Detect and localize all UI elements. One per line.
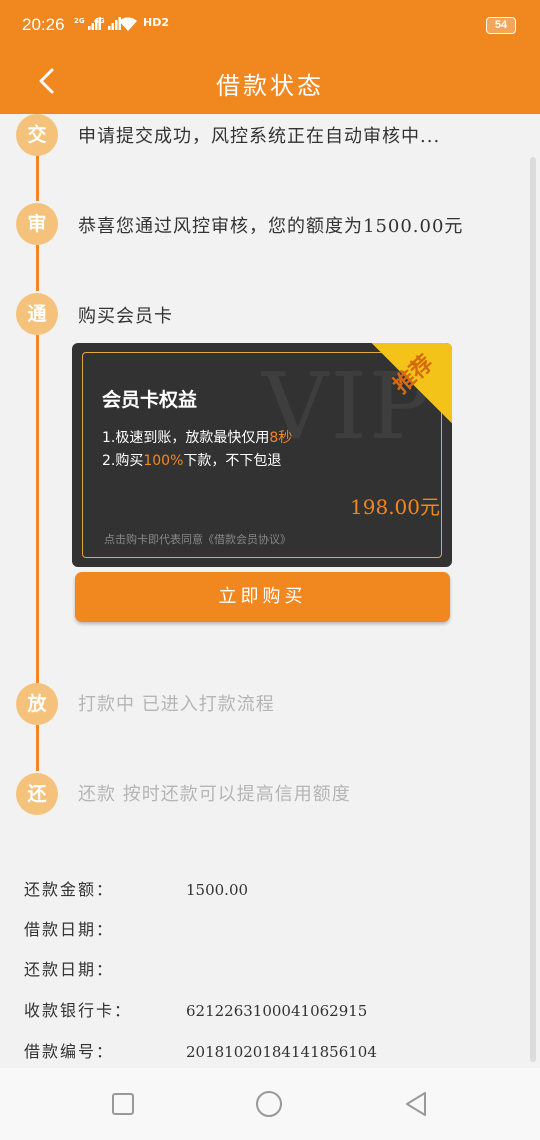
info-value: 1500.00 bbox=[186, 881, 249, 899]
info-loan-number: 借款编号： 20181020184141856104 bbox=[24, 1038, 377, 1062]
vip-benefit-1: 1.极速到账，放款最快仅用8秒 bbox=[102, 427, 292, 447]
vip-benefit-2-text: 2.购买 bbox=[102, 453, 144, 469]
battery-icon: 54 bbox=[486, 17, 516, 34]
signal-2g-label: 2G bbox=[74, 17, 85, 25]
timeline-connector bbox=[36, 155, 39, 201]
timeline-connector bbox=[36, 725, 39, 771]
info-repay-amount: 还款金额： 1500.00 bbox=[24, 876, 248, 900]
recents-button[interactable] bbox=[107, 1088, 139, 1120]
step-icon-disburse: 放 bbox=[16, 683, 58, 725]
info-label: 借款日期： bbox=[24, 920, 115, 939]
square-icon bbox=[112, 1093, 134, 1115]
vip-benefit-2-suffix: 下款，不下包退 bbox=[183, 453, 282, 469]
timeline-connector bbox=[36, 245, 39, 291]
step-text-repay: 还款 按时还款可以提高信用额度 bbox=[78, 784, 351, 805]
signal-4g-label: 4G bbox=[94, 17, 105, 25]
info-label: 借款编号： bbox=[24, 1042, 115, 1061]
vip-price: 198.00元 bbox=[350, 495, 440, 519]
back-nav-button[interactable] bbox=[401, 1088, 433, 1120]
vip-benefit-1-highlight: 8秒 bbox=[269, 430, 293, 446]
status-bar: 20:26 2G 4G HD2 54 bbox=[0, 0, 540, 52]
vip-benefit-1-text: 1.极速到账，放款最快仅用 bbox=[102, 430, 270, 446]
scrollbar[interactable] bbox=[530, 157, 536, 1062]
info-value: 20181020184141856104 bbox=[186, 1043, 377, 1061]
step-icon-submit: 交 bbox=[16, 114, 58, 156]
step-text-buy-card: 购买会员卡 bbox=[78, 306, 173, 327]
system-nav-bar bbox=[0, 1068, 540, 1140]
info-repay-date: 还款日期： bbox=[24, 956, 186, 980]
step-text-disburse: 打款中 已进入打款流程 bbox=[78, 694, 275, 715]
page-title: 借款状态 bbox=[216, 72, 324, 100]
step-icon-review: 审 bbox=[16, 203, 58, 245]
app-bar: 借款状态 bbox=[0, 52, 540, 114]
step-icon-pass: 通 bbox=[16, 293, 58, 335]
hd-network-icon: HD2 bbox=[143, 16, 169, 29]
wifi-icon bbox=[118, 16, 138, 35]
info-loan-date: 借款日期： bbox=[24, 916, 186, 940]
info-bank-card: 收款银行卡： 6212263100041062915 bbox=[24, 997, 367, 1021]
status-time: 20:26 bbox=[22, 15, 65, 34]
step-text-submit: 申请提交成功，风控系统正在自动审核中... bbox=[78, 126, 441, 147]
info-label: 还款金额： bbox=[24, 880, 115, 899]
vip-agreement-text[interactable]: 点击购卡即代表同意《借款会员协议》 bbox=[104, 531, 291, 547]
circle-icon bbox=[256, 1091, 282, 1117]
timeline-connector bbox=[36, 335, 39, 683]
buy-now-button[interactable]: 立即购买 bbox=[75, 572, 450, 622]
vip-card-title: 会员卡权益 bbox=[102, 389, 198, 411]
step-icon-repay: 还 bbox=[16, 773, 58, 815]
info-value: 6212263100041062915 bbox=[186, 1002, 368, 1020]
step-text-review: 恭喜您通过风控审核，您的额度为1500.00元 bbox=[78, 216, 464, 237]
info-label: 收款银行卡： bbox=[24, 1001, 133, 1020]
vip-benefit-2: 2.购买100%下款，不下包退 bbox=[102, 450, 281, 470]
vip-benefit-2-highlight: 100% bbox=[143, 453, 184, 469]
info-label: 还款日期： bbox=[24, 960, 115, 979]
home-button[interactable] bbox=[253, 1088, 285, 1120]
triangle-back-icon bbox=[406, 1092, 426, 1116]
vip-card[interactable]: VIP 会员卡权益 1.极速到账，放款最快仅用8秒 2.购买100%下款，不下包… bbox=[72, 343, 452, 567]
